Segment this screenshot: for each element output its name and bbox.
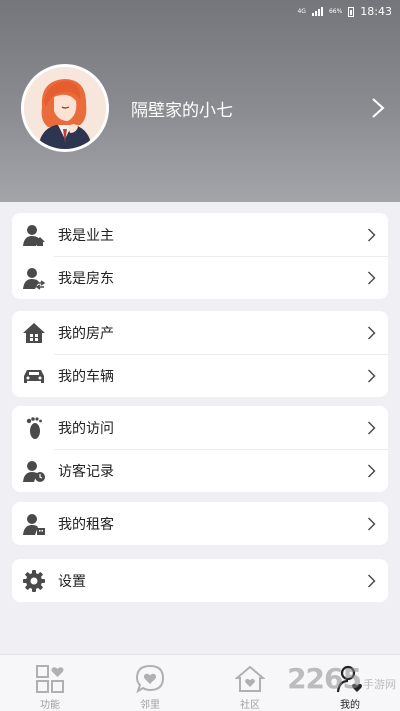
menu-item-my-visits[interactable]: 我的访问 bbox=[12, 406, 388, 449]
menu-item-settings[interactable]: 设置 bbox=[12, 559, 388, 602]
status-bar: 4G 66% 18:43 bbox=[0, 0, 400, 24]
watermark-number: 2265 bbox=[287, 662, 362, 695]
grid-heart-icon bbox=[36, 665, 64, 693]
tab-label: 我的 bbox=[340, 700, 360, 711]
community-house-icon bbox=[235, 665, 265, 692]
menu-card-assets: 我的房产 我的车辆 bbox=[12, 311, 388, 397]
menu-card-tenants: 我的租客 bbox=[12, 502, 388, 545]
username: 隔壁家的小七 bbox=[131, 100, 233, 121]
watermark-site: 手游网 bbox=[363, 678, 396, 691]
tab-functions[interactable]: 功能 bbox=[0, 655, 100, 711]
chevron-right-icon[interactable] bbox=[370, 97, 386, 119]
battery-icon bbox=[348, 6, 355, 17]
tab-label: 社区 bbox=[240, 700, 260, 711]
menu-item-label: 我的租客 bbox=[58, 516, 114, 533]
menu-card-visits: 我的访问 访客记录 bbox=[12, 406, 388, 492]
chevron-right-icon bbox=[368, 369, 376, 382]
tab-label: 功能 bbox=[40, 700, 60, 711]
chevron-right-icon bbox=[368, 421, 376, 434]
network-type: 4G bbox=[297, 8, 306, 15]
menu-item-property[interactable]: 我的房产 bbox=[12, 311, 388, 354]
tab-label: 邻里 bbox=[140, 700, 160, 711]
menu-item-label: 我的访问 bbox=[58, 420, 114, 437]
avatar[interactable] bbox=[21, 64, 109, 152]
menu-card-identity: 我是业主 我是房东 bbox=[12, 213, 388, 299]
menu-item-label: 我的房产 bbox=[58, 325, 114, 342]
menu-item-label: 设置 bbox=[58, 573, 86, 590]
menu-item-label: 我是房东 bbox=[58, 270, 114, 287]
menu-item-label: 我的车辆 bbox=[58, 368, 114, 385]
footprint-icon bbox=[22, 416, 46, 440]
menu-item-visitor-records[interactable]: 访客记录 bbox=[12, 449, 388, 492]
owner-icon bbox=[22, 223, 46, 247]
chevron-right-icon bbox=[368, 271, 376, 284]
watermark: 2265 手游网 bbox=[287, 662, 396, 695]
chevron-right-icon bbox=[368, 326, 376, 339]
house-icon bbox=[22, 321, 46, 345]
chevron-right-icon bbox=[368, 517, 376, 530]
signal-icon bbox=[311, 7, 323, 16]
battery-percent: 66% bbox=[328, 8, 343, 15]
chevron-right-icon bbox=[368, 464, 376, 477]
profile-header: 4G 66% 18:43 隔壁家的小七 bbox=[0, 0, 400, 202]
chevron-right-icon bbox=[368, 574, 376, 587]
menu-item-owner[interactable]: 我是业主 bbox=[12, 213, 388, 256]
menu-item-vehicle[interactable]: 我的车辆 bbox=[12, 354, 388, 397]
menu-card-settings: 设置 bbox=[12, 559, 388, 602]
menu-item-tenants[interactable]: 我的租客 bbox=[12, 502, 388, 545]
menu-item-label: 访客记录 bbox=[58, 463, 114, 480]
tenant-icon bbox=[22, 512, 46, 536]
profile-row[interactable]: 隔壁家的小七 bbox=[21, 64, 386, 152]
tab-neighbors[interactable]: 邻里 bbox=[100, 655, 200, 711]
gear-icon bbox=[22, 569, 46, 593]
landlord-icon bbox=[22, 266, 46, 290]
menu-item-landlord[interactable]: 我是房东 bbox=[12, 256, 388, 299]
status-time: 18:43 bbox=[360, 5, 392, 18]
car-icon bbox=[22, 364, 46, 388]
visitor-clock-icon bbox=[22, 459, 46, 483]
menu-item-label: 我是业主 bbox=[58, 227, 114, 244]
chat-heart-icon bbox=[135, 664, 165, 694]
chevron-right-icon bbox=[368, 228, 376, 241]
tab-community[interactable]: 社区 bbox=[200, 655, 300, 711]
